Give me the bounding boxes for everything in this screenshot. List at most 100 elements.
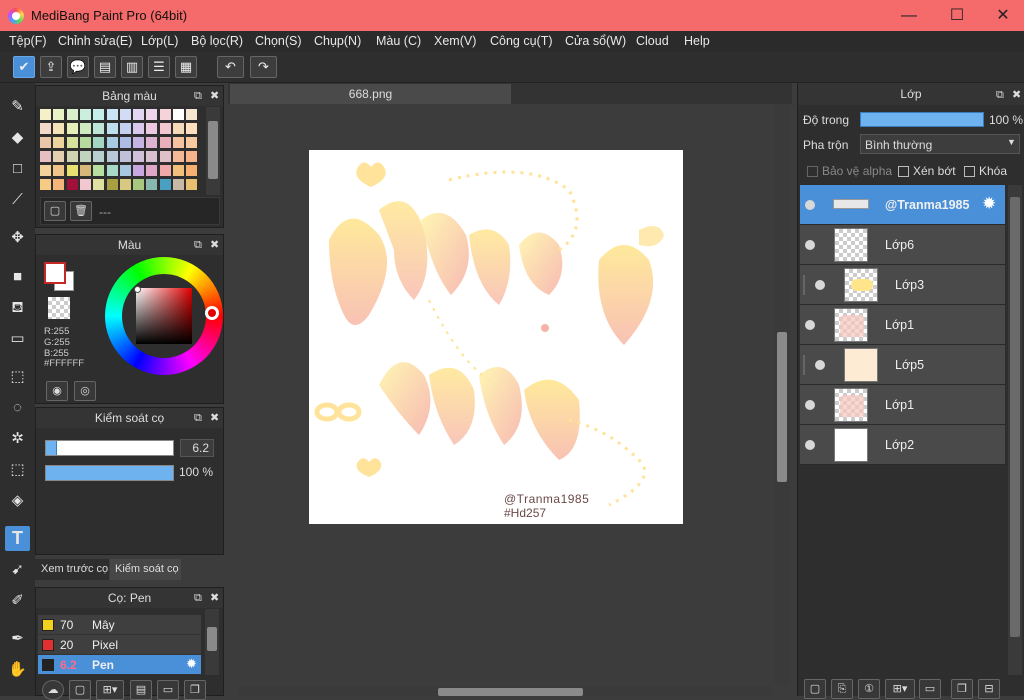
tab-brush-control[interactable]: Kiểm soát cọ: [110, 559, 181, 580]
palette-swatch[interactable]: [173, 123, 184, 134]
brush-size-slider[interactable]: [45, 440, 174, 456]
eyedropper-tool-icon[interactable]: ✒: [5, 626, 30, 651]
palette-scrollbar[interactable]: [206, 107, 220, 195]
popout-icon[interactable]: ⧉: [194, 588, 202, 608]
palette-swatch[interactable]: [53, 109, 65, 120]
palette-swatch[interactable]: [146, 123, 158, 134]
palette-swatch[interactable]: [186, 165, 198, 176]
add-layer-icon[interactable]: ⊞▾: [885, 679, 915, 699]
palette-swatch[interactable]: [40, 109, 51, 120]
palette-swatch[interactable]: [173, 109, 184, 120]
palette-swatch[interactable]: [40, 179, 51, 190]
palette-swatch[interactable]: [186, 151, 198, 162]
duplicate-layer-icon[interactable]: ❐: [951, 679, 973, 699]
palette-swatch[interactable]: [66, 151, 78, 162]
layer-row[interactable]: Lớp1: [800, 305, 1005, 345]
palette-swatch[interactable]: [66, 179, 78, 190]
brush-tool-icon[interactable]: ✎: [5, 94, 30, 119]
dot-brush-tool-icon[interactable]: ⟋: [5, 187, 30, 212]
palette-swatch[interactable]: [146, 109, 158, 120]
eye-icon[interactable]: [815, 280, 825, 290]
eraser-tool-icon[interactable]: ◆: [5, 125, 30, 150]
new-palette-icon[interactable]: ▢: [44, 201, 66, 221]
menu-view[interactable]: Xem(V): [434, 34, 476, 48]
palette-swatch[interactable]: [146, 165, 158, 176]
palette-swatch[interactable]: [66, 165, 78, 176]
close-icon[interactable]: ✖: [210, 408, 219, 428]
brush-opacity-slider[interactable]: [45, 465, 174, 481]
artboard[interactable]: @Tranma1985 #Hd257: [309, 150, 683, 524]
palette-swatch[interactable]: [66, 109, 78, 120]
chat-icon[interactable]: ▤: [94, 56, 116, 78]
palette-swatch[interactable]: [146, 137, 158, 148]
palette-swatch[interactable]: [93, 151, 105, 162]
lock-checkbox[interactable]: [964, 166, 975, 177]
color-mode-icon[interactable]: ◉: [46, 381, 68, 401]
saturation-value-square[interactable]: [136, 288, 192, 344]
close-icon[interactable]: ✖: [1012, 84, 1021, 106]
palette-swatch[interactable]: [159, 123, 171, 134]
palette-swatch[interactable]: [133, 123, 145, 134]
palette-swatch[interactable]: [106, 179, 118, 190]
palette-swatch[interactable]: [146, 151, 158, 162]
palette-swatch[interactable]: [119, 165, 131, 176]
add-brush-icon[interactable]: ⊞▾: [96, 680, 124, 700]
document-tab[interactable]: 668.png: [230, 84, 511, 104]
palette-swatch[interactable]: [53, 151, 65, 162]
eye-icon[interactable]: [805, 200, 815, 210]
palette-swatch[interactable]: [66, 137, 78, 148]
palette-swatch[interactable]: [79, 109, 91, 120]
palette-swatches[interactable]: [40, 109, 200, 193]
palette-swatch[interactable]: [173, 179, 184, 190]
palette-swatch[interactable]: [133, 109, 145, 120]
palette-swatch[interactable]: [79, 179, 91, 190]
menu-layer[interactable]: Lớp(L): [141, 34, 178, 48]
palette-swatch[interactable]: [119, 151, 131, 162]
palette-swatch[interactable]: [133, 165, 145, 176]
document-icon[interactable]: ▥: [121, 56, 143, 78]
fill-rect-tool-icon[interactable]: ■: [5, 264, 30, 289]
text-tool-icon[interactable]: T: [5, 526, 30, 551]
popout-icon[interactable]: ⧉: [194, 235, 202, 255]
new-layer-icon[interactable]: ▢: [804, 679, 826, 699]
layer-settings-icon[interactable]: ✹: [982, 194, 996, 214]
palette-swatch[interactable]: [40, 137, 51, 148]
gradient-tool-icon[interactable]: ▭: [5, 326, 30, 351]
palette-swatch[interactable]: [119, 179, 131, 190]
palette-swatch[interactable]: [186, 179, 198, 190]
menu-select[interactable]: Chọn(S): [255, 34, 302, 48]
merge-layer-icon[interactable]: ⊟: [978, 679, 1000, 699]
palette-swatch[interactable]: [40, 151, 51, 162]
tab-brush-preview[interactable]: Xem trước cọ: [35, 559, 109, 580]
brush-settings-icon[interactable]: ✹: [186, 656, 197, 672]
menu-edit[interactable]: Chỉnh sửa(E): [58, 34, 132, 48]
brush-scrollbar[interactable]: [205, 609, 219, 675]
palette-swatch[interactable]: [159, 165, 171, 176]
layer-opacity-slider[interactable]: [860, 112, 984, 127]
magic-wand-tool-icon[interactable]: ✲: [5, 426, 30, 451]
transparent-color-swatch[interactable]: [48, 297, 70, 319]
eye-icon[interactable]: [805, 440, 815, 450]
layer-row[interactable]: Lớp6: [800, 225, 1005, 265]
palette-swatch[interactable]: [186, 123, 198, 134]
canvas-vertical-scrollbar[interactable]: [774, 104, 790, 684]
brush-item-selected[interactable]: 6.2 Pen ✹: [38, 655, 201, 675]
palette-swatch[interactable]: [53, 179, 65, 190]
palette-swatch[interactable]: [93, 109, 105, 120]
menu-tools[interactable]: Công cụ(T): [490, 34, 553, 48]
menu-capture[interactable]: Chụp(N): [314, 34, 361, 48]
popout-icon[interactable]: ⧉: [996, 84, 1004, 106]
brush-copy-icon[interactable]: ▤: [130, 680, 152, 700]
palette-swatch[interactable]: [186, 109, 198, 120]
palette-swatch[interactable]: [159, 179, 171, 190]
canvas-horizontal-scrollbar[interactable]: [238, 686, 772, 696]
palette-swatch[interactable]: [106, 137, 118, 148]
palette-swatch[interactable]: [106, 109, 118, 120]
palette-swatch[interactable]: [93, 179, 105, 190]
palette-swatch[interactable]: [106, 123, 118, 134]
palette-swatch[interactable]: [159, 137, 171, 148]
palette-swatch[interactable]: [79, 165, 91, 176]
close-icon[interactable]: ✖: [210, 86, 219, 106]
minimize-button[interactable]: —: [886, 0, 932, 31]
delete-palette-icon[interactable]: 🗑: [70, 201, 92, 221]
